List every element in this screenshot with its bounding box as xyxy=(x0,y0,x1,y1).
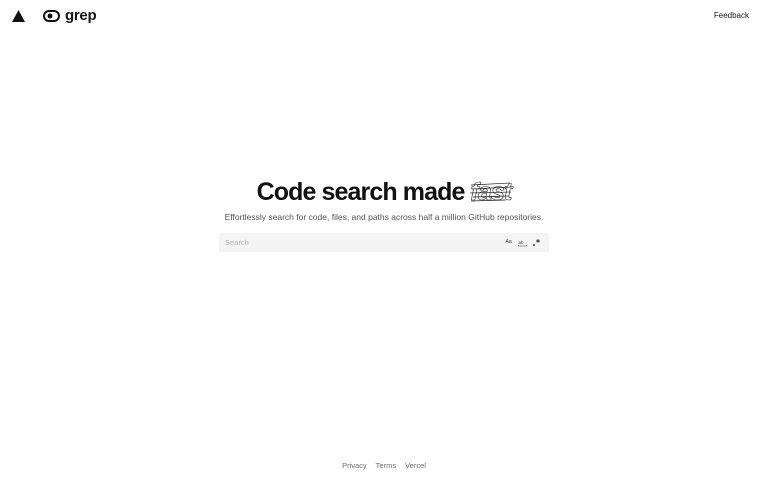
feedback-button[interactable]: Feedback xyxy=(714,11,749,21)
grep-logo-icon xyxy=(43,10,60,22)
hero-title-emphasis: fast xyxy=(469,176,513,208)
match-case-glyph: Aa xyxy=(505,239,512,245)
footer-link-terms[interactable]: Terms xyxy=(376,461,396,471)
hero-title-emphasis-text: fast xyxy=(470,178,512,207)
grep-home-link[interactable]: grep xyxy=(43,7,97,24)
regex-glyph xyxy=(533,239,540,246)
whole-word-glyph: ab xyxy=(518,240,527,247)
brand-name: grep xyxy=(65,7,97,24)
search-bar: Aa ab xyxy=(219,233,549,252)
svg-text:ab: ab xyxy=(519,240,525,245)
hero-subtitle: Effortlessly search for code, files, and… xyxy=(224,212,544,222)
match-whole-word-icon[interactable]: ab xyxy=(518,238,527,247)
footer: Privacy Terms Vercel xyxy=(0,461,768,471)
footer-link-vercel[interactable]: Vercel xyxy=(405,461,426,471)
vercel-logo-icon[interactable] xyxy=(12,10,25,22)
match-case-icon[interactable]: Aa xyxy=(504,238,513,247)
footer-link-privacy[interactable]: Privacy xyxy=(342,461,367,471)
hero-title-prefix: Code search made xyxy=(256,178,466,206)
search-options: Aa ab xyxy=(504,238,549,247)
page: grep Feedback Code search made fast Effo… xyxy=(0,0,768,480)
use-regex-icon[interactable] xyxy=(532,238,541,247)
header: grep Feedback xyxy=(0,0,768,32)
search-input[interactable] xyxy=(219,233,504,252)
hero-title: Code search made fast xyxy=(0,176,768,208)
